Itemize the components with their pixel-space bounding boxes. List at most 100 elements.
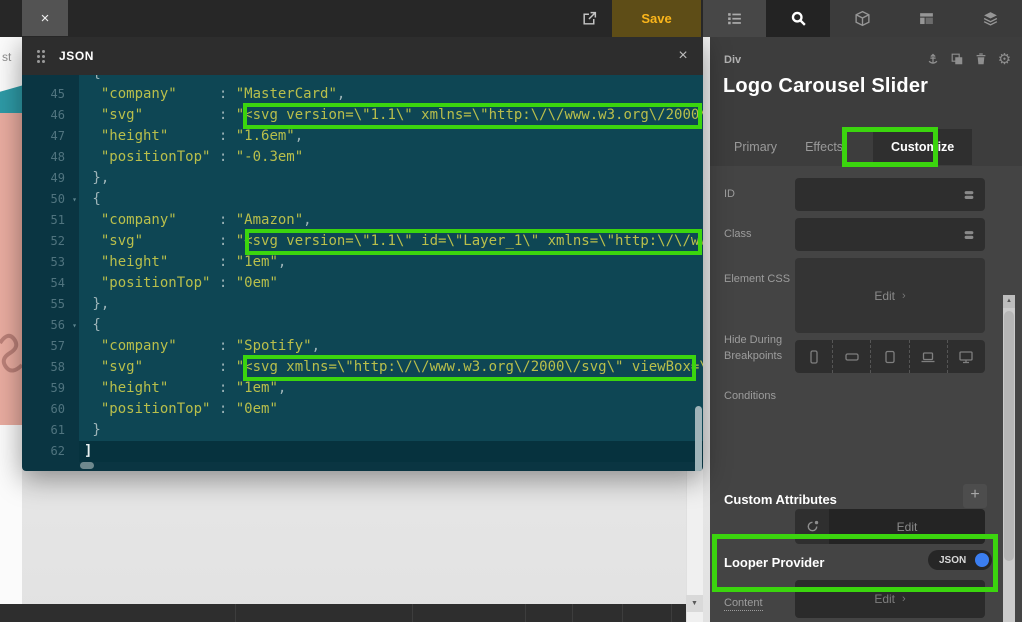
line-number: 45 xyxy=(22,84,79,105)
code-text: }, xyxy=(79,294,703,315)
line-number: 60 xyxy=(22,399,79,420)
line-number: 54 xyxy=(22,273,79,294)
editor-vertical-scrollbar-thumb[interactable] xyxy=(695,406,702,471)
content-label-text: Content xyxy=(724,597,763,611)
breakpoint-tablet-icon[interactable] xyxy=(870,340,908,373)
code-line[interactable]: 51 "company" : "Amazon", xyxy=(22,210,703,231)
app-screen: st ▼ × Save xyxy=(0,0,1022,622)
breakpoint-desktop-icon[interactable] xyxy=(947,340,985,373)
content-label: Content xyxy=(724,597,763,609)
line-number: 49 xyxy=(22,168,79,189)
breakpoint-phone-portrait-icon[interactable] xyxy=(795,340,832,373)
edit-label: Edit xyxy=(874,592,895,606)
line-number: 50▾ xyxy=(22,189,79,210)
anchor-icon[interactable] xyxy=(925,51,940,66)
line-number: 46 xyxy=(22,105,79,126)
page-scrollbar-down-arrow[interactable]: ▼ xyxy=(686,595,703,612)
modal-close-icon[interactable]: × xyxy=(672,45,694,67)
modal-title: JSON xyxy=(59,49,94,63)
layout-columns-icon[interactable] xyxy=(894,0,958,37)
sidebar-scrollbar-up-arrow[interactable]: ▲ xyxy=(1003,295,1015,308)
class-input[interactable] xyxy=(795,218,985,251)
list-view-icon[interactable] xyxy=(703,0,766,37)
inspector-panel: ID Class Element CSS Edit › Hide During … xyxy=(710,166,1022,622)
code-line[interactable]: 48 "positionTop" : "-0.3em" xyxy=(22,147,703,168)
code-text: "positionTop" : "0em" xyxy=(79,399,703,420)
element-title: Logo Carousel Slider xyxy=(723,75,928,98)
code-line[interactable]: 49 }, xyxy=(22,168,703,189)
line-number: 51 xyxy=(22,210,79,231)
code-line[interactable]: 62] xyxy=(22,441,703,462)
tab-effects[interactable]: Effects xyxy=(791,129,857,165)
code-line[interactable]: 52 "svg" : "<svg version=\"1.1\" id=\"La… xyxy=(22,231,703,252)
code-text: "company" : "Amazon", xyxy=(79,210,703,231)
looper-json-toggle[interactable]: JSON xyxy=(928,550,992,570)
element-type-label: Div xyxy=(724,54,741,66)
code-line[interactable]: { xyxy=(22,75,703,84)
code-text: "svg" : "<svg version=\"1.1\" id=\"Layer… xyxy=(79,231,703,252)
sidebar-scrollbar-thumb[interactable] xyxy=(1004,311,1014,561)
code-line[interactable]: 54 "positionTop" : "0em" xyxy=(22,273,703,294)
background-partial-text: st xyxy=(2,50,11,64)
elements-cube-icon[interactable] xyxy=(830,0,894,37)
line-number: 62 xyxy=(22,441,79,462)
code-line[interactable]: 47 "height" : "1.6em", xyxy=(22,126,703,147)
json-badge: JSON xyxy=(939,555,966,566)
code-editor[interactable]: {45 "company" : "MasterCard",46 "svg" : … xyxy=(22,75,703,471)
toggle-on-dot xyxy=(975,553,989,567)
json-editor-modal: JSON × {45 "company" : "MasterCard",46 "… xyxy=(22,37,703,471)
code-text: ] xyxy=(79,441,703,462)
code-text: "svg" : "<svg xmlns=\"http:\/\/www.w3.or… xyxy=(79,357,703,378)
code-text: } xyxy=(79,420,703,441)
code-line[interactable]: 60 "positionTop" : "0em" xyxy=(22,399,703,420)
code-line[interactable]: 46 "svg" : "<svg version=\"1.1\" xmlns=\… xyxy=(22,105,703,126)
fold-arrow-icon[interactable]: ▾ xyxy=(72,315,77,336)
conditions-toggle-icon[interactable] xyxy=(795,509,829,544)
search-icon[interactable] xyxy=(766,0,830,37)
code-line[interactable]: 45 "company" : "MasterCard", xyxy=(22,84,703,105)
code-text: "company" : "MasterCard", xyxy=(79,84,703,105)
delete-trash-icon[interactable] xyxy=(973,51,988,66)
element-css-label: Element CSS xyxy=(724,273,790,285)
background-script-logo xyxy=(0,313,22,413)
open-external-icon[interactable] xyxy=(572,0,606,37)
looper-content-edit-button[interactable]: Edit › xyxy=(795,580,985,618)
save-button[interactable]: Save xyxy=(612,0,701,37)
inspector-tabs: Primary Effects Customize xyxy=(710,127,1022,166)
code-text: "company" : "Spotify", xyxy=(79,336,703,357)
line-number: 53 xyxy=(22,252,79,273)
tab-primary[interactable]: Primary xyxy=(720,129,791,165)
code-line[interactable]: 58 "svg" : "<svg xmlns=\"http:\/\/www.w3… xyxy=(22,357,703,378)
code-text: "height" : "1em", xyxy=(79,252,703,273)
conditions-label: Conditions xyxy=(724,390,776,402)
code-line[interactable]: 61 } xyxy=(22,420,703,441)
code-line[interactable]: 53 "height" : "1em", xyxy=(22,252,703,273)
workspace-close-button[interactable]: × xyxy=(22,0,68,36)
id-input[interactable] xyxy=(795,178,985,211)
line-number: 57 xyxy=(22,336,79,357)
editor-horizontal-scrollbar-thumb[interactable] xyxy=(80,462,94,469)
code-line[interactable]: 56▾ { xyxy=(22,315,703,336)
code-line[interactable]: 50▾ { xyxy=(22,189,703,210)
add-attribute-button[interactable]: + xyxy=(963,484,987,508)
toolbar-right-group xyxy=(830,0,1022,37)
drag-handle-icon[interactable] xyxy=(37,50,45,63)
line-number: 48 xyxy=(22,147,79,168)
settings-gear-icon[interactable]: ⚙ xyxy=(997,51,1012,66)
element-actions: ⚙ xyxy=(925,51,1012,66)
chevron-right-icon: › xyxy=(902,290,906,302)
breakpoint-phone-landscape-icon[interactable] xyxy=(832,340,870,373)
code-line[interactable]: 55 }, xyxy=(22,294,703,315)
fold-arrow-icon[interactable]: ▾ xyxy=(72,189,77,210)
code-line[interactable]: 57 "company" : "Spotify", xyxy=(22,336,703,357)
sidebar-scrollbar[interactable]: ▲ xyxy=(1003,295,1015,622)
duplicate-icon[interactable] xyxy=(949,51,964,66)
tab-customize[interactable]: Customize xyxy=(873,129,972,165)
line-number xyxy=(22,75,79,84)
element-css-edit-button[interactable]: Edit › xyxy=(795,258,985,333)
breakpoint-laptop-icon[interactable] xyxy=(909,340,947,373)
code-line[interactable]: 59 "height" : "1em", xyxy=(22,378,703,399)
layers-icon[interactable] xyxy=(958,0,1022,37)
conditions-edit-button[interactable]: Edit xyxy=(829,509,985,544)
code-text: "positionTop" : "-0.3em" xyxy=(79,147,703,168)
